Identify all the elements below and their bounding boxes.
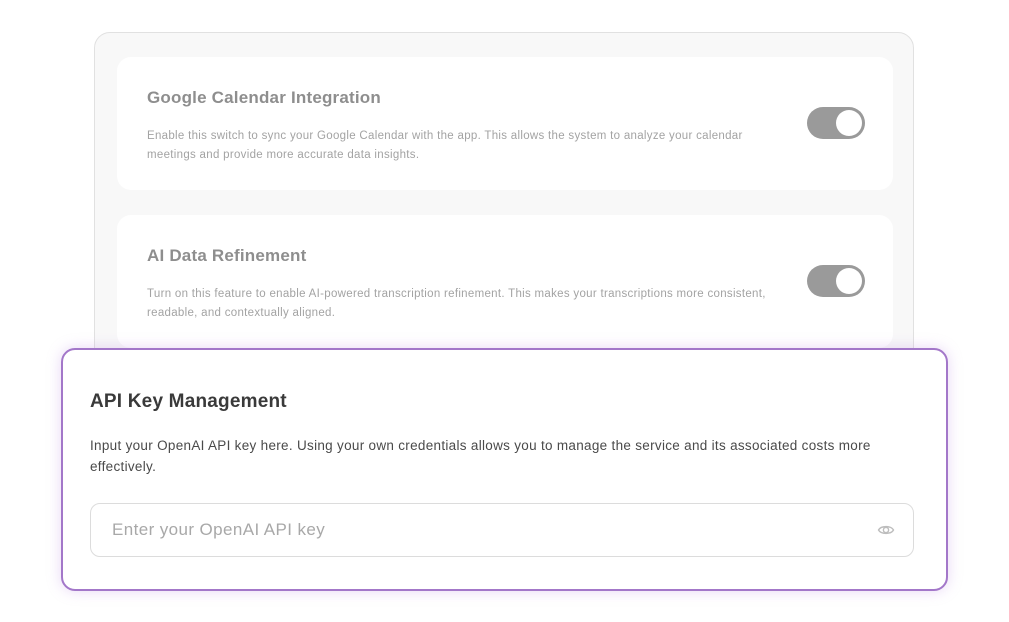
google-calendar-card: Google Calendar Integration Enable this … [117, 57, 893, 190]
toggle-knob [836, 110, 862, 136]
google-calendar-description: Enable this switch to sync your Google C… [147, 130, 743, 161]
api-key-field [90, 503, 914, 557]
ai-refinement-title: AI Data Refinement [147, 246, 307, 265]
api-key-description: Input your OpenAI API key here. Using yo… [90, 438, 871, 474]
google-calendar-toggle[interactable] [807, 107, 865, 139]
api-key-input[interactable] [91, 504, 861, 555]
ai-refinement-description: Turn on this feature to enable AI-powere… [147, 288, 766, 319]
toggle-knob [836, 268, 862, 294]
api-key-card: API Key Management Input your OpenAI API… [61, 348, 948, 591]
google-calendar-title: Google Calendar Integration [147, 88, 381, 107]
api-key-title: API Key Management [90, 391, 287, 412]
ai-refinement-toggle[interactable] [807, 265, 865, 297]
ai-refinement-card: AI Data Refinement Turn on this feature … [117, 215, 893, 348]
eye-icon[interactable] [877, 521, 895, 539]
